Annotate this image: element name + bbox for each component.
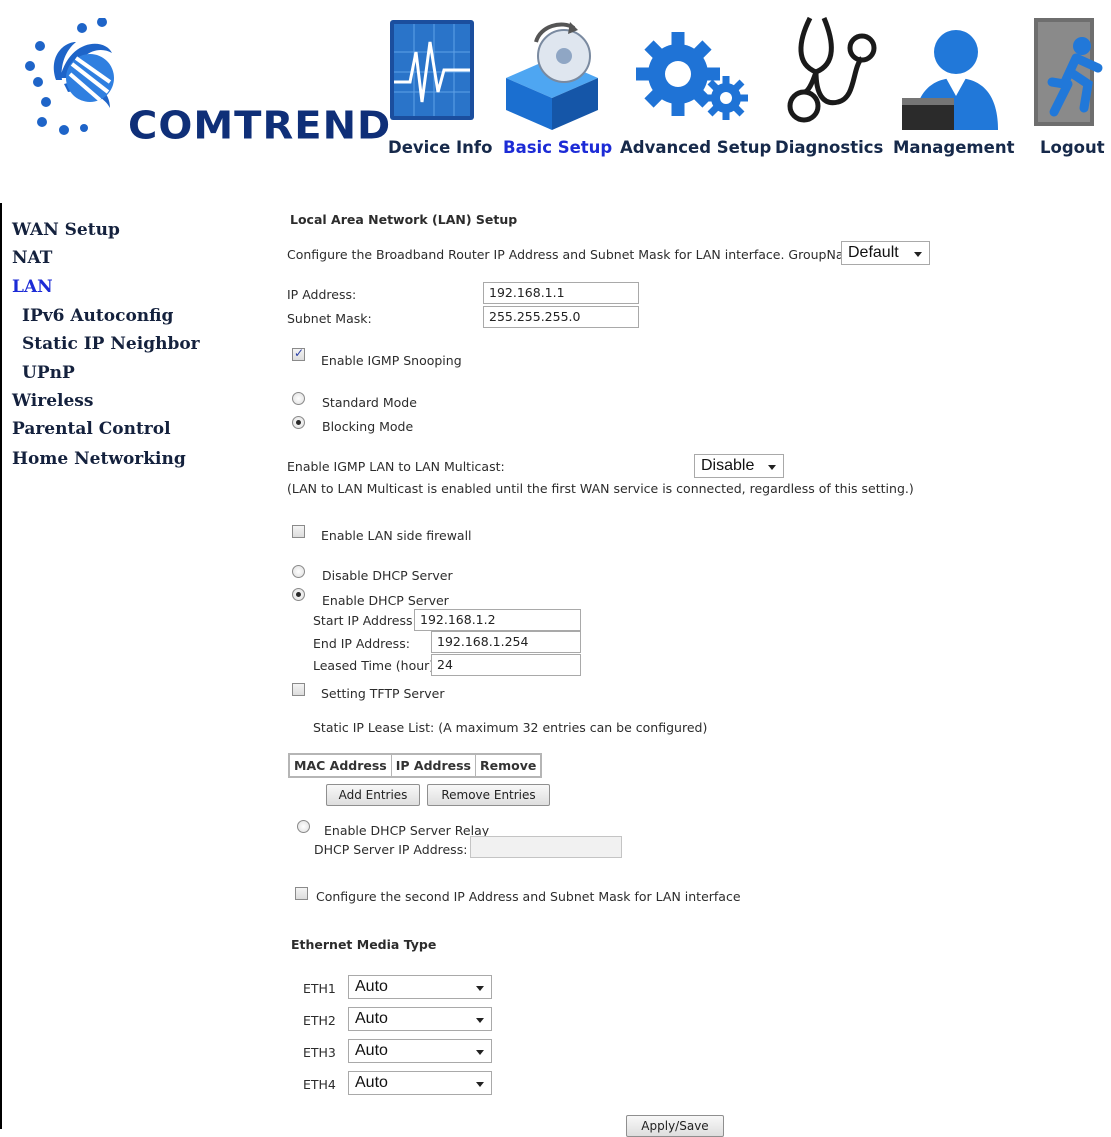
basic-setup-nav-icon[interactable] (502, 12, 598, 130)
nav-management[interactable]: Management (893, 138, 1014, 157)
sidebar-item-nat[interactable]: NAT (12, 248, 52, 268)
chevron-down-icon (914, 252, 922, 257)
nav-device-info[interactable]: Device Info (388, 138, 492, 157)
igmp-snooping-label: Enable IGMP Snooping (321, 353, 462, 368)
standard-mode-radio[interactable] (292, 392, 305, 405)
start-ip-label: Start IP Address: (313, 613, 417, 628)
admin-user-icon (902, 30, 998, 130)
end-ip-label: End IP Address: (313, 636, 410, 651)
lan-firewall-label: Enable LAN side firewall (321, 528, 472, 543)
group-name-value: Default (848, 244, 899, 261)
sidebar-item-wireless[interactable]: Wireless (12, 391, 93, 411)
dhcp-relay-radio[interactable] (297, 820, 310, 833)
advanced-setup-nav-icon[interactable] (634, 12, 748, 130)
main-content: Local Area Network (LAN) Setup Configure… (228, 203, 1111, 1137)
eth1-media-value: Auto (355, 978, 388, 995)
blocking-mode-radio[interactable] (292, 416, 305, 429)
eth1-label: ETH1 (303, 981, 336, 996)
disable-dhcp-radio[interactable] (292, 565, 305, 578)
subnet-mask-label: Subnet Mask: (287, 311, 372, 326)
tftp-server-checkbox[interactable] (292, 683, 305, 696)
igmp-lan-multicast-note: (LAN to LAN Multicast is enabled until t… (287, 481, 914, 496)
standard-mode-label: Standard Mode (322, 395, 417, 410)
sidebar-item-static-ip-neighbor[interactable]: Static IP Neighbor (22, 334, 200, 354)
enable-dhcp-label: Enable DHCP Server (322, 593, 449, 608)
logout-nav-icon[interactable] (1024, 12, 1111, 130)
second-ip-label: Configure the second IP Address and Subn… (316, 889, 741, 904)
dhcp-relay-label: Enable DHCP Server Relay (324, 823, 490, 838)
static-lease-table: MAC Address IP Address Remove (288, 753, 543, 778)
column-remove: Remove (475, 753, 542, 778)
management-nav-icon[interactable] (900, 12, 998, 130)
column-ip-address: IP Address (390, 753, 477, 778)
intro-text: Configure the Broadband Router IP Addres… (287, 247, 864, 262)
sidebar-item-lan[interactable]: LAN (12, 277, 53, 297)
nav-advanced-setup[interactable]: Advanced Setup (620, 138, 771, 157)
ethernet-media-title: Ethernet Media Type (291, 937, 437, 952)
chevron-down-icon (476, 986, 484, 991)
starburst-icon (25, 18, 114, 135)
sidebar-item-ipv6-autoconfig[interactable]: IPv6 Autoconfig (22, 306, 173, 326)
column-mac-address: MAC Address (288, 753, 392, 778)
lease-time-input[interactable]: 24 (431, 654, 581, 676)
lease-time-label: Leased Time (hour): (313, 658, 439, 673)
disable-dhcp-label: Disable DHCP Server (322, 568, 453, 583)
eth3-media-select[interactable]: Auto (348, 1039, 492, 1063)
end-ip-input[interactable]: 192.168.1.254 (431, 631, 581, 653)
eth4-media-select[interactable]: Auto (348, 1071, 492, 1095)
chevron-down-icon (476, 1050, 484, 1055)
remove-entries-button[interactable]: Remove Entries (427, 784, 550, 806)
comtrend-logo[interactable]: COMTREND (20, 18, 390, 148)
chevron-down-icon (476, 1082, 484, 1087)
sidebar-item-wan-setup[interactable]: WAN Setup (12, 220, 120, 240)
start-ip-input[interactable]: 192.168.1.2 (414, 609, 581, 631)
logo-text: COMTREND (128, 104, 392, 148)
device-info-nav-icon[interactable] (384, 12, 480, 130)
igmp-lan-multicast-select[interactable]: Disable (694, 454, 784, 478)
exit-door-icon (1034, 18, 1103, 126)
sidebar-item-home-networking[interactable]: Home Networking (12, 449, 186, 469)
nav-basic-setup[interactable]: Basic Setup (503, 138, 612, 157)
tftp-server-label: Setting TFTP Server (321, 686, 445, 701)
stethoscope-icon (787, 16, 877, 123)
ip-address-label: IP Address: (287, 287, 357, 302)
ip-address-input[interactable]: 192.168.1.1 (483, 282, 639, 304)
igmp-lan-multicast-label: Enable IGMP LAN to LAN Multicast: (287, 459, 505, 474)
eth3-media-value: Auto (355, 1042, 388, 1059)
eth4-media-value: Auto (355, 1074, 388, 1091)
disc-box-icon (506, 22, 598, 130)
eth2-media-value: Auto (355, 1010, 388, 1027)
gears-icon (636, 32, 748, 120)
dhcp-relay-ip-label: DHCP Server IP Address: (314, 842, 468, 857)
blocking-mode-label: Blocking Mode (322, 419, 414, 434)
add-entries-button[interactable]: Add Entries (326, 784, 420, 806)
header: COMTREND Device Info Basic Setup Advance… (0, 0, 1111, 203)
sidebar-item-parental-control[interactable]: Parental Control (12, 419, 171, 439)
table-header-row: MAC Address IP Address Remove (288, 753, 542, 778)
apply-save-button[interactable]: Apply/Save (626, 1115, 724, 1137)
eth3-label: ETH3 (303, 1045, 336, 1060)
page-title: Local Area Network (LAN) Setup (290, 212, 518, 227)
lan-firewall-checkbox[interactable] (292, 525, 305, 538)
eth1-media-select[interactable]: Auto (348, 975, 492, 999)
chevron-down-icon (768, 465, 776, 470)
eth4-label: ETH4 (303, 1077, 336, 1092)
enable-dhcp-radio[interactable] (292, 588, 305, 601)
eth2-media-select[interactable]: Auto (348, 1007, 492, 1031)
sidebar-item-upnp[interactable]: UPnP (22, 363, 75, 383)
igmp-snooping-checkbox[interactable] (292, 346, 305, 361)
second-ip-checkbox[interactable] (295, 887, 308, 900)
subnet-mask-input[interactable]: 255.255.255.0 (483, 306, 639, 328)
igmp-lan-multicast-value: Disable (701, 457, 755, 474)
nav-diagnostics[interactable]: Diagnostics (775, 138, 883, 157)
dhcp-relay-ip-input[interactable] (470, 836, 622, 858)
diagnostics-nav-icon[interactable] (782, 12, 878, 130)
group-name-select[interactable]: Default (841, 241, 930, 265)
chart-monitor-icon (390, 20, 474, 120)
chevron-down-icon (476, 1018, 484, 1023)
static-lease-note: Static IP Lease List: (A maximum 32 entr… (313, 720, 708, 735)
eth2-label: ETH2 (303, 1013, 336, 1028)
nav-logout[interactable]: Logout (1040, 138, 1105, 157)
